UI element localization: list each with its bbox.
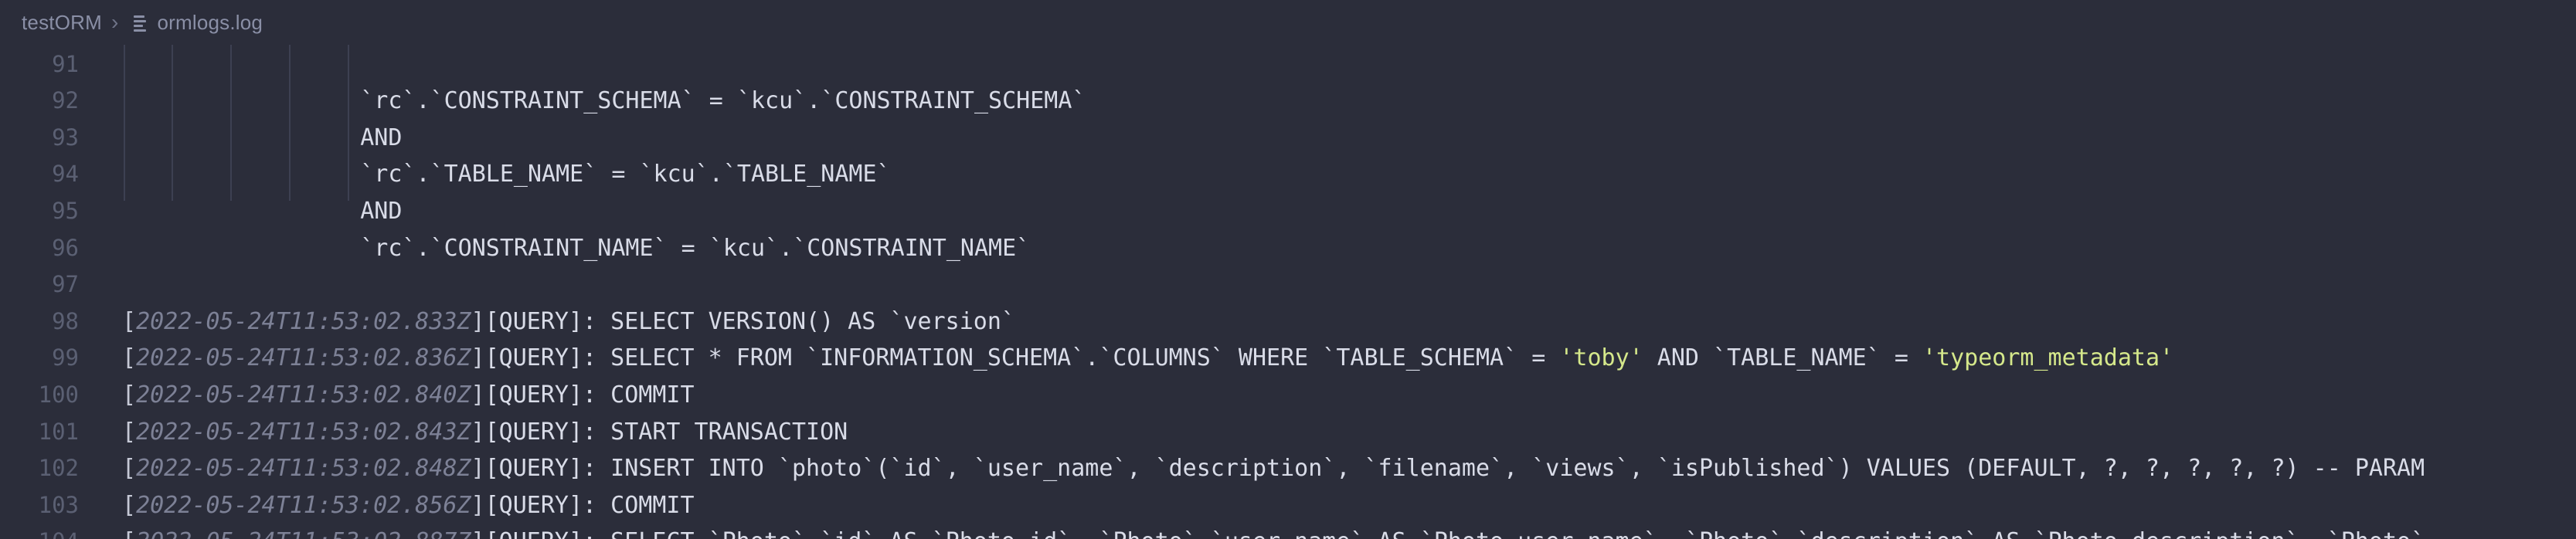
- log-timestamp: 2022-05-24T11:53:02.887Z: [136, 528, 471, 539]
- code-line[interactable]: 92 AND: [0, 46, 2576, 151]
- chevron-right-icon: ›: [110, 10, 119, 34]
- line-text: [2022-05-24T11:53:02.887Z][QUERY]: SELEC…: [122, 524, 2425, 539]
- file-lines-icon: [131, 12, 148, 32]
- code-line[interactable]: 93 `rc`.`TABLE_NAME` = `kcu`.`TABLE_NAME…: [0, 83, 2576, 188]
- breadcrumb-file[interactable]: ormlogs.log: [158, 11, 263, 35]
- code-line[interactable]: 96: [0, 193, 2576, 261]
- code-line[interactable]: 100 [2022-05-24T11:53:02.843Z][QUERY]: S…: [0, 340, 2576, 446]
- code-line[interactable]: 95 `rc`.`CONSTRAINT_NAME` = `kcu`.`CONST…: [0, 156, 2576, 262]
- code-line[interactable]: 99 [2022-05-24T11:53:02.840Z][QUERY]: CO…: [0, 303, 2576, 408]
- breadcrumb: testORM › ormlogs.log: [0, 0, 2576, 45]
- line-number: 104: [0, 524, 79, 539]
- code-line[interactable]: 103 [2022-05-24T11:53:02.887Z][QUERY]: S…: [0, 450, 2576, 539]
- code-editor[interactable]: 91 `rc`.`CONSTRAINT_SCHEMA` = `kcu`.`CON…: [0, 17, 2576, 539]
- code-line[interactable]: 94 AND: [0, 120, 2576, 225]
- code-line[interactable]: 101 [2022-05-24T11:53:02.848Z][QUERY]: I…: [0, 377, 2576, 483]
- code-line[interactable]: 97 [2022-05-24T11:53:02.833Z][QUERY]: SE…: [0, 230, 2576, 335]
- breadcrumb-project[interactable]: testORM: [22, 11, 102, 35]
- code-line[interactable]: 98 [2022-05-24T11:53:02.836Z][QUERY]: SE…: [0, 266, 2576, 372]
- code-line[interactable]: 104: [0, 487, 2576, 539]
- log-message: [QUERY]: SELECT `Photo`.`id` AS `Photo_i…: [485, 528, 2425, 539]
- code-line[interactable]: 102 [2022-05-24T11:53:02.856Z][QUERY]: C…: [0, 414, 2576, 519]
